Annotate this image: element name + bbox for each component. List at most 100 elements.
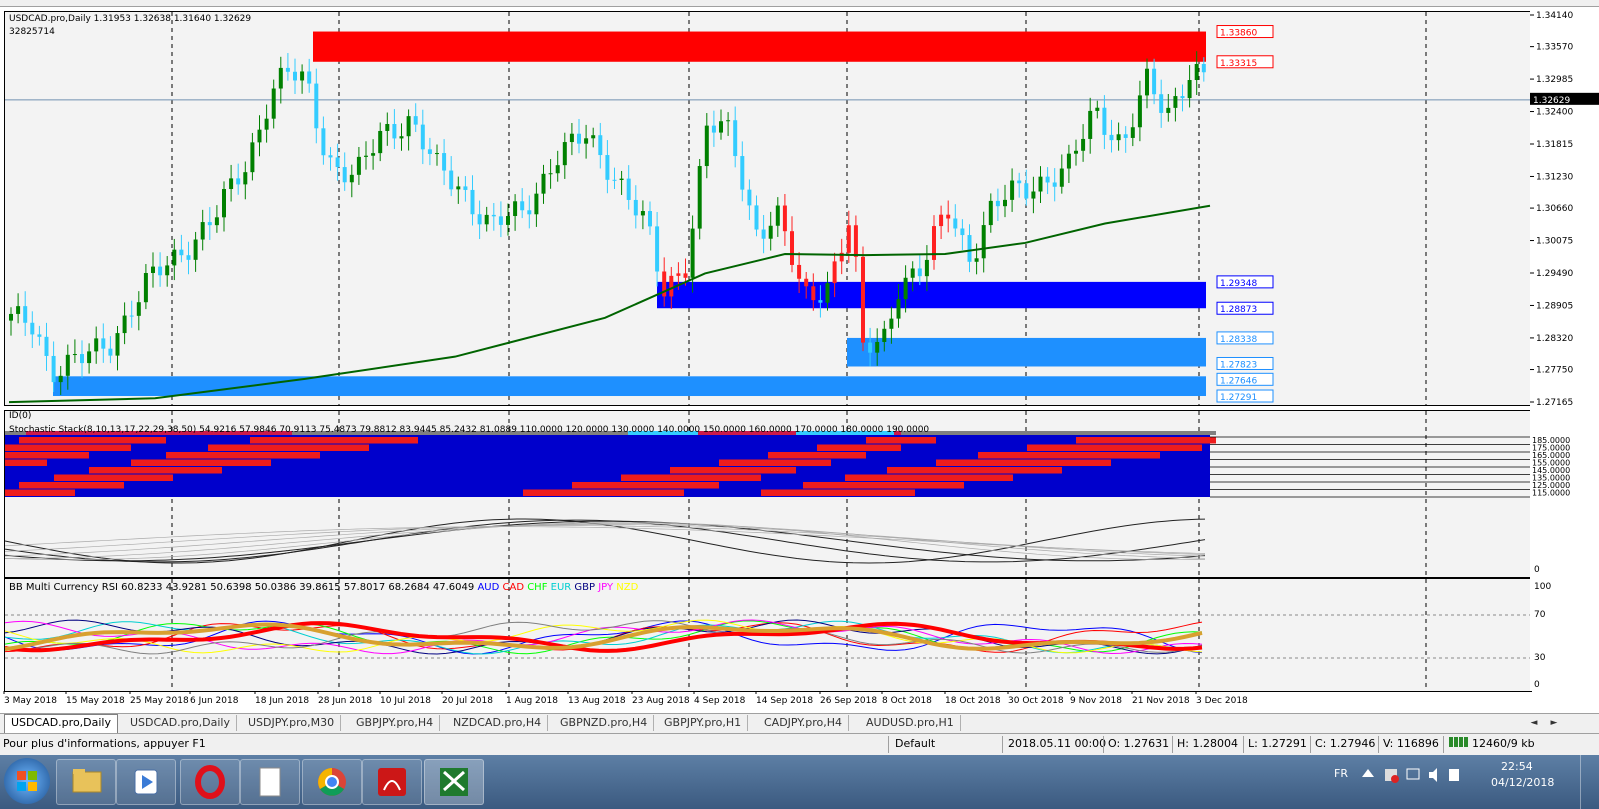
price-tick-label: 1.32985 bbox=[1536, 75, 1573, 85]
taskbar-chrome[interactable] bbox=[302, 759, 362, 805]
stochastic-strip-cell bbox=[1146, 431, 1153, 435]
chart-tab[interactable]: USDJPY.pro,M30 bbox=[242, 715, 342, 731]
chart-tab[interactable]: GBPNZD.pro,H4 bbox=[554, 715, 655, 731]
taskbar-metatrader[interactable] bbox=[424, 759, 484, 805]
stochastic-cell bbox=[1209, 437, 1216, 444]
rsi-legend-item: CAD bbox=[499, 582, 525, 593]
taskbar-media-player[interactable] bbox=[116, 759, 176, 805]
tab-scroll-right-icon[interactable]: ► bbox=[1548, 716, 1560, 730]
taskbar-opera[interactable] bbox=[180, 759, 240, 805]
stochastic-strip-cell bbox=[1083, 431, 1090, 435]
date-tick-label: 15 May 2018 bbox=[66, 696, 125, 706]
status-separator bbox=[1243, 736, 1244, 753]
price-tick-label: 1.31230 bbox=[1536, 172, 1573, 182]
date-tick-label: 18 Jun 2018 bbox=[255, 696, 309, 706]
stochastic-title: Stochastic Stack(8,10,13,17,22,29,38,50)… bbox=[9, 425, 930, 435]
candle-body bbox=[1116, 134, 1121, 141]
chart-tab[interactable]: USDCAD.pro,Daily bbox=[124, 715, 237, 731]
chart-tab[interactable]: NZDCAD.pro,H4 bbox=[447, 715, 549, 731]
candle-body bbox=[30, 322, 35, 335]
start-button[interactable] bbox=[4, 758, 50, 804]
stochastic-svg[interactable] bbox=[5, 411, 1531, 577]
status-volume: V: 116896 bbox=[1383, 737, 1439, 750]
chart-tab[interactable]: CADJPY.pro,H4 bbox=[758, 715, 850, 731]
main-price-pane[interactable]: 1.33860 1.33315 1.29348 1.28873 1.28338 1.278… bbox=[4, 11, 1532, 406]
candle-body bbox=[136, 302, 141, 316]
stochastic-cell bbox=[96, 482, 103, 489]
stochastic-cell bbox=[859, 482, 866, 489]
stochastic-cell bbox=[845, 482, 852, 489]
stochastic-cell bbox=[292, 437, 299, 444]
stochastic-cell bbox=[992, 467, 999, 474]
stochastic-cell bbox=[789, 452, 796, 459]
candle-body bbox=[207, 222, 212, 226]
stochastic-cell bbox=[908, 437, 915, 444]
stochastic-cell bbox=[880, 474, 887, 481]
stochastic-cell bbox=[894, 474, 901, 481]
stochastic-cell bbox=[978, 452, 985, 459]
stochastic-cell bbox=[131, 437, 138, 444]
stochastic-cell bbox=[1097, 437, 1104, 444]
candle-body bbox=[633, 199, 638, 216]
stochastic-cell bbox=[971, 459, 978, 466]
stochastic-cell bbox=[1020, 459, 1027, 466]
stochastic-cell bbox=[859, 474, 866, 481]
stochastic-cell bbox=[873, 482, 880, 489]
rsi-legend-item: NZD bbox=[613, 582, 639, 593]
candle-body bbox=[726, 120, 731, 122]
stochastic-cell bbox=[1027, 467, 1034, 474]
stochastic-cell bbox=[250, 444, 257, 451]
stochastic-cell bbox=[271, 444, 278, 451]
show-desktop-button[interactable] bbox=[1580, 755, 1599, 809]
stochastic-cell bbox=[61, 437, 68, 444]
stochastic-cell bbox=[1013, 452, 1020, 459]
chart-tab[interactable]: GBPJPY.pro,H4 bbox=[350, 715, 441, 731]
stochastic-cell bbox=[215, 452, 222, 459]
zone-price-label: 1.27823 bbox=[1220, 360, 1257, 370]
candle-body bbox=[1180, 96, 1185, 99]
stochastic-strip-cell bbox=[1209, 431, 1216, 435]
stochastic-cell bbox=[1006, 474, 1013, 481]
language-indicator[interactable]: FR bbox=[1334, 767, 1348, 780]
stochastic-cell bbox=[1153, 437, 1160, 444]
stochastic-strip-cell bbox=[1041, 431, 1048, 435]
stochastic-cell bbox=[138, 437, 145, 444]
stochastic-cell bbox=[1090, 459, 1097, 466]
stochastic-pane[interactable]: ID(0) Stochastic Stack(8,10,13,17,22,29,… bbox=[4, 410, 1532, 578]
candle-body bbox=[427, 149, 432, 154]
toolbar-strip bbox=[0, 0, 1599, 7]
taskbar-acrobat[interactable] bbox=[362, 759, 422, 805]
stochastic-cell bbox=[600, 489, 607, 496]
metatrader-icon bbox=[440, 768, 468, 796]
stochastic-cell bbox=[586, 489, 593, 496]
candle-body bbox=[612, 179, 617, 181]
candle-body bbox=[80, 354, 84, 364]
taskbar-file-explorer[interactable] bbox=[56, 759, 116, 805]
taskbar-document[interactable] bbox=[240, 759, 300, 805]
multi-currency-rsi-pane[interactable]: BB Multi Currency RSI 60.8233 43.9281 50… bbox=[4, 578, 1532, 692]
stochastic-cell bbox=[257, 459, 264, 466]
tab-scroll-left-icon[interactable]: ◄ bbox=[1528, 716, 1540, 730]
price-chart-svg[interactable]: 1.33860 1.33315 1.29348 1.28873 1.28338 1.278… bbox=[5, 12, 1531, 405]
rsi-svg[interactable] bbox=[5, 579, 1531, 691]
stochastic-cell bbox=[579, 489, 586, 496]
stochastic-cell bbox=[152, 467, 159, 474]
stochastic-cell bbox=[838, 482, 845, 489]
chart-tab[interactable]: GBPJPY.pro,H1 bbox=[658, 715, 749, 731]
stochastic-cell bbox=[614, 489, 621, 496]
stochastic-cell bbox=[866, 437, 873, 444]
stochastic-strip-cell bbox=[1188, 431, 1195, 435]
chart-tab[interactable]: USDCAD.pro,Daily bbox=[4, 714, 118, 733]
price-axis-svg: 1.34140 1.33570 1.32985 1.32629 1.32400 1.318… bbox=[1530, 11, 1599, 690]
chart-tab[interactable]: AUDUSD.pro,H1 bbox=[860, 715, 961, 731]
stochastic-cell bbox=[908, 474, 915, 481]
candle-body bbox=[768, 225, 773, 239]
stochastic-cell bbox=[782, 452, 789, 459]
stochastic-cell bbox=[138, 474, 145, 481]
candle-body bbox=[811, 286, 816, 301]
zone-price-label: 1.29348 bbox=[1220, 279, 1257, 289]
current-price-label: 1.32629 bbox=[1533, 96, 1570, 106]
stochastic-cell bbox=[915, 482, 922, 489]
stochastic-cell bbox=[173, 452, 180, 459]
stochastic-cell bbox=[299, 452, 306, 459]
